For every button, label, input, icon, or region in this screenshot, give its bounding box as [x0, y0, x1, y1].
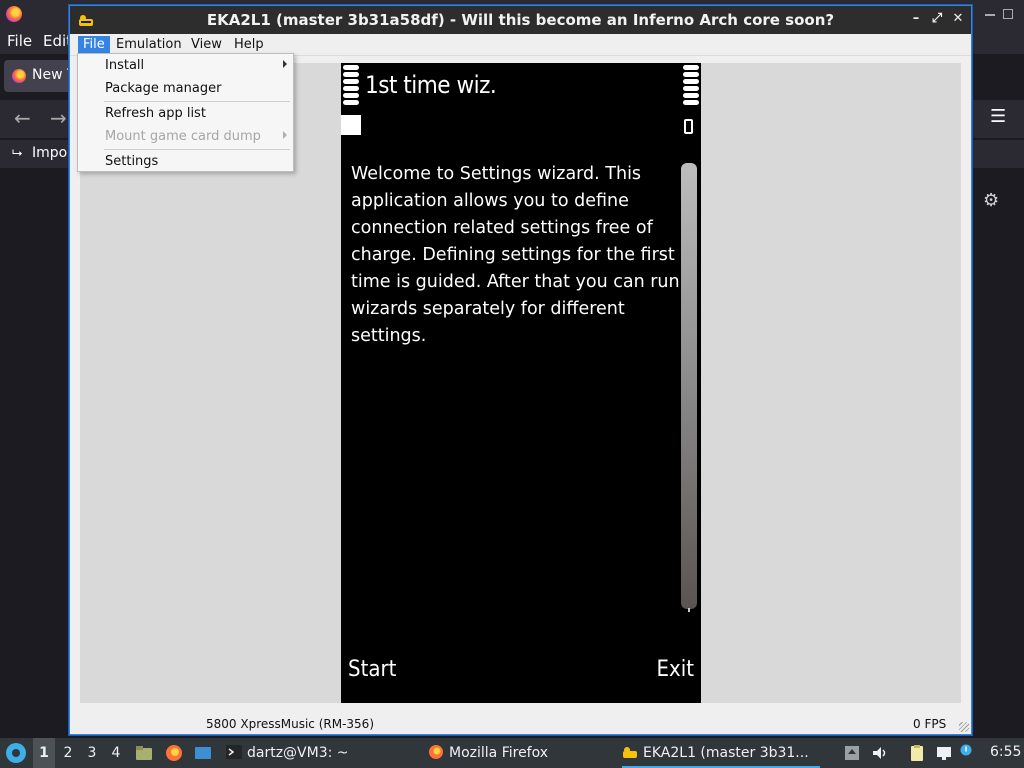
menu-help[interactable]: Help [229, 36, 269, 54]
device-name: 5800 XpressMusic (RM-356) [206, 717, 374, 731]
notification-info-icon[interactable] [960, 744, 972, 756]
menu-item-install-label: Install [105, 58, 145, 73]
minimize-button[interactable]: – [908, 11, 924, 27]
submenu-arrow-icon [283, 131, 287, 139]
menu-item-refresh-label: Refresh app list [105, 106, 206, 121]
task-terminal-label: dartz@VM3: ~ [247, 745, 349, 761]
submenu-arrow-icon [283, 60, 287, 68]
firefox-launcher-icon[interactable] [165, 744, 183, 762]
workspace-1[interactable]: 1 [33, 738, 55, 768]
fps-counter: 0 FPS [913, 717, 947, 731]
updates-tray-icon[interactable] [843, 744, 861, 762]
desktop-icon[interactable] [194, 744, 212, 762]
signal-strength-icon [343, 65, 359, 107]
exit-softkey[interactable]: Exit [657, 657, 694, 682]
workspace-2[interactable]: 2 [57, 738, 79, 768]
status-bar: 5800 XpressMusic (RM-356) 0 FPS [70, 714, 971, 734]
network-icon[interactable] [935, 744, 953, 762]
firefox-logo-icon [6, 6, 22, 22]
menu-separator [104, 101, 290, 102]
eka2l1-task-icon [623, 747, 637, 758]
menu-view[interactable]: View [186, 36, 227, 54]
phone-scrollbar[interactable] [681, 163, 697, 609]
task-firefox[interactable]: Mozilla Firefox [428, 738, 548, 768]
menu-item-package-manager[interactable]: Package manager [78, 78, 293, 100]
workspace-3[interactable]: 3 [81, 738, 103, 768]
wizard-welcome-text: Welcome to Settings wizard. This applica… [351, 164, 680, 346]
firefox-task-icon [429, 745, 443, 759]
clipboard-icon[interactable] [908, 744, 926, 762]
battery-icon [684, 119, 693, 134]
menu-item-package-manager-label: Package manager [105, 81, 222, 96]
close-button[interactable]: ✕ [950, 11, 966, 27]
start-menu-icon[interactable] [6, 743, 26, 763]
menu-item-settings-label: Settings [105, 154, 159, 169]
firefox-menu-file[interactable]: File [7, 32, 32, 50]
phone-app-title: 1st time wiz. [365, 71, 497, 99]
task-firefox-label: Mozilla Firefox [449, 745, 549, 761]
menu-emulation[interactable]: Emulation [111, 36, 187, 54]
menu-item-mount-game-card-dump: Mount game card dump [78, 126, 293, 148]
menu-item-install[interactable]: Install [78, 55, 293, 77]
maximize-button[interactable]: ⤢ [929, 11, 945, 27]
file-manager-icon[interactable] [135, 744, 153, 762]
task-terminal[interactable]: dartz@VM3: ~ [226, 738, 349, 768]
hamburger-menu-icon[interactable]: ☰ [990, 106, 1006, 127]
import-bookmarks-link[interactable]: Impor [32, 145, 73, 161]
scrollbar-marker [688, 608, 690, 612]
menu-separator [104, 149, 290, 150]
window-titlebar[interactable]: EKA2L1 (master 3b31a58df) - Will this be… [70, 6, 971, 34]
gear-icon[interactable]: ⚙ [983, 190, 999, 211]
firefox-tab-icon [12, 69, 26, 83]
firefox-minimize-icon[interactable] [985, 14, 995, 16]
window-title: EKA2L1 (master 3b31a58df) - Will this be… [206, 11, 835, 29]
task-eka2l1-label: EKA2L1 (master 3b31... [643, 745, 809, 761]
menu-file[interactable]: File [78, 36, 110, 54]
resize-grip[interactable] [959, 722, 969, 732]
clock[interactable]: 6:55 [990, 744, 1021, 760]
import-icon[interactable]: ⮡ [12, 146, 22, 161]
indicator-square-icon [341, 115, 361, 135]
start-softkey[interactable]: Start [348, 657, 396, 682]
menu-item-mount-label: Mount game card dump [105, 129, 261, 144]
menu-item-settings[interactable]: Settings [78, 151, 293, 173]
battery-level-icon [683, 65, 699, 107]
forward-arrow-icon[interactable]: → [50, 106, 67, 130]
task-eka2l1[interactable]: EKA2L1 (master 3b31... [622, 738, 820, 768]
taskbar: 1 2 3 4 dartz@VM3: ~ Mozilla Firefox EKA… [0, 738, 1024, 768]
back-arrow-icon[interactable]: ← [14, 106, 31, 130]
file-menu-dropdown: Install Package manager Refresh app list… [77, 53, 294, 172]
phone-screen[interactable]: 1st time wiz. Welcome to Settings wizard… [341, 63, 701, 703]
volume-icon[interactable] [871, 744, 889, 762]
firefox-maximize-icon[interactable] [1003, 9, 1013, 19]
workspace-4[interactable]: 4 [105, 738, 127, 768]
terminal-icon [226, 745, 242, 759]
menu-item-refresh-app-list[interactable]: Refresh app list [78, 103, 293, 125]
firefox-menu-edit[interactable]: Edit [43, 32, 72, 50]
